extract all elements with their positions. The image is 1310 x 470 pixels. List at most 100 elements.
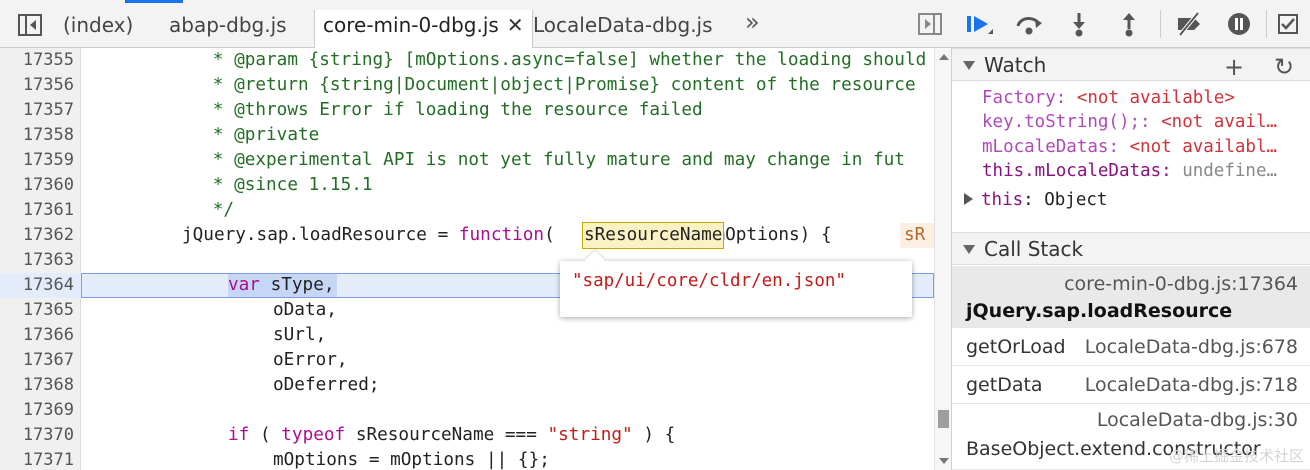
line-number[interactable]: 17355 <box>0 48 74 73</box>
hovered-identifier[interactable]: sResourceName <box>581 222 725 249</box>
line-number[interactable]: 17367 <box>0 348 74 373</box>
code-line[interactable]: 17358 * @private <box>0 123 934 148</box>
section-title: Call Stack <box>984 237 1084 261</box>
line-number[interactable]: 17363 <box>0 248 74 273</box>
tab-label: core-min-0-dbg.js <box>323 13 499 37</box>
code-text: * @throws Error if loading the resource … <box>85 100 703 120</box>
scroll-down-arrow-icon[interactable] <box>939 458 949 464</box>
line-number[interactable]: 17369 <box>0 398 74 423</box>
watch-expression[interactable]: mLocaleDatas: <not availabl… <box>982 135 1277 159</box>
deactivate-breakpoints-icon[interactable] <box>1174 10 1204 38</box>
tab-accent-underline <box>125 0 183 3</box>
code-line[interactable]: 17368 oDeferred; <box>0 373 934 398</box>
tab-label: abap-dbg.js <box>169 13 287 37</box>
toggle-navigator-icon[interactable] <box>18 14 42 36</box>
frame-location: LocaleData-dbg.js:678 <box>1084 336 1298 358</box>
watch-name: Factory <box>982 88 1056 108</box>
watch-value: <not available> <box>1076 88 1235 108</box>
step-over-icon[interactable] <box>1014 10 1044 38</box>
scrollbar-thumb[interactable] <box>938 410 949 428</box>
this-object-row[interactable]: this: Object <box>964 190 1107 210</box>
tab-abap-dbg[interactable]: abap-dbg.js <box>161 10 295 48</box>
code-text: * @experimental API is not yet fully mat… <box>85 150 905 170</box>
close-tab-icon[interactable]: ✕ <box>507 10 524 40</box>
line-number[interactable]: 17370 <box>0 423 74 448</box>
inline-value-preview: sR <box>900 223 934 248</box>
collapse-triangle-icon[interactable] <box>963 61 975 70</box>
frame-function: getData <box>966 374 1043 396</box>
line-number[interactable]: 17368 <box>0 373 74 398</box>
watch-value: <not availabl… <box>1129 137 1278 157</box>
line-number[interactable]: 17357 <box>0 98 74 123</box>
call-frame[interactable]: getOrLoad LocaleData-dbg.js:678 <box>952 328 1310 366</box>
source-code-editor[interactable]: 17355 * @param {string} [mOptions.async=… <box>0 48 934 470</box>
line-number[interactable]: 17364 <box>0 273 74 298</box>
step-out-icon[interactable] <box>1114 10 1144 38</box>
code-line[interactable]: 17362 jQuery.sap.loadResource = function… <box>0 222 934 249</box>
code-line[interactable]: 17356 * @return {string|Document|object|… <box>0 73 934 98</box>
watch-name: this.mLocaleDatas <box>982 161 1162 181</box>
code-line[interactable]: 17371 mOptions = mOptions || {}; <box>0 448 934 470</box>
code-text: */ <box>85 200 235 220</box>
code-line[interactable]: 17360 * @since 1.15.1 <box>0 173 934 198</box>
line-number[interactable]: 17359 <box>0 148 74 173</box>
line-number[interactable]: 17365 <box>0 298 74 323</box>
add-watch-icon[interactable]: + <box>1224 53 1244 81</box>
watermark: @稀土掘金技术社区 <box>1168 447 1304 465</box>
line-number[interactable]: 17366 <box>0 323 74 348</box>
editor-vertical-scrollbar[interactable] <box>934 48 952 470</box>
code-text: if ( typeof sResourceName === "string" )… <box>228 425 676 445</box>
line-number[interactable]: 17360 <box>0 173 74 198</box>
call-frame[interactable]: core-min-0-dbg.js:17364 jQuery.sap.loadR… <box>952 266 1310 328</box>
code-line[interactable]: 17361 */ <box>0 198 934 223</box>
watch-expression[interactable]: key.toString();: <not avail… <box>982 110 1277 134</box>
watch-expression[interactable]: this.mLocaleDatas: undefine… <box>982 159 1277 183</box>
resume-icon[interactable] <box>964 10 994 38</box>
line-number[interactable]: 17361 <box>0 198 74 223</box>
code-line[interactable]: 17355 * @param {string} [mOptions.async=… <box>0 48 934 73</box>
toggle-debugger-sidebar-icon[interactable] <box>918 13 942 35</box>
tab-core-min-0-dbg[interactable]: core-min-0-dbg.js ✕ <box>314 10 533 49</box>
code-line[interactable]: 17357 * @throws Error if loading the res… <box>0 98 934 123</box>
popover-value[interactable]: "sap/ui/core/cldr/en.json" <box>572 271 846 291</box>
watch-expression[interactable]: Factory: <not available> <box>982 86 1235 110</box>
code-line[interactable]: 17367 oError, <box>0 348 934 373</box>
line-number[interactable]: 17358 <box>0 123 74 148</box>
line-number[interactable]: 17356 <box>0 73 74 98</box>
scroll-up-arrow-icon[interactable] <box>939 54 949 60</box>
tab-index[interactable]: (index) <box>55 10 141 48</box>
call-stack-section-header[interactable]: Call Stack <box>952 232 1310 265</box>
tab-overflow-icon[interactable]: » <box>745 8 760 36</box>
tab-localedata-dbg[interactable]: LocaleData-dbg.js <box>525 10 721 48</box>
code-line[interactable]: 17359 * @experimental API is not yet ful… <box>0 148 934 173</box>
debugger-toolbar <box>952 0 1310 48</box>
watch-section-header[interactable]: Watch + ↻ <box>952 48 1310 81</box>
value-hover-popover: "sap/ui/core/cldr/en.json" <box>560 250 912 317</box>
step-into-icon[interactable] <box>1064 10 1094 38</box>
toolbar-separator <box>1160 10 1161 38</box>
line-number[interactable]: 17362 <box>0 223 74 248</box>
code-text: var sType, <box>228 273 337 298</box>
code-text: * @since 1.15.1 <box>85 175 373 195</box>
collapse-triangle-icon[interactable] <box>963 245 975 254</box>
frame-location: LocaleData-dbg.js:718 <box>1084 374 1298 396</box>
toolbar-separator <box>1266 10 1267 38</box>
call-frame[interactable]: getData LocaleData-dbg.js:718 <box>952 366 1310 404</box>
code-text: oError, <box>273 350 348 370</box>
code-line[interactable]: 17370 if ( typeof sResourceName === "str… <box>0 423 934 448</box>
watch-value: <not avail… <box>1161 112 1278 132</box>
property-value: Object <box>1044 190 1108 210</box>
code-line[interactable]: 17369 <box>0 398 934 423</box>
code-line[interactable]: 17366 sUrl, <box>0 323 934 348</box>
refresh-watch-icon[interactable]: ↻ <box>1274 53 1294 81</box>
pause-on-exceptions-icon[interactable] <box>1224 10 1254 38</box>
frame-location: core-min-0-dbg.js:17364 <box>1064 273 1298 295</box>
expand-caret-icon[interactable] <box>964 193 973 205</box>
line-number[interactable]: 17371 <box>0 448 74 470</box>
watch-value: undefine… <box>1182 161 1278 181</box>
tab-label: (index) <box>63 13 134 37</box>
code-text: * @private <box>85 125 320 145</box>
code-text: oDeferred; <box>273 375 380 395</box>
code-text: oData, <box>273 300 337 320</box>
async-checkbox-icon[interactable] <box>1274 10 1304 38</box>
